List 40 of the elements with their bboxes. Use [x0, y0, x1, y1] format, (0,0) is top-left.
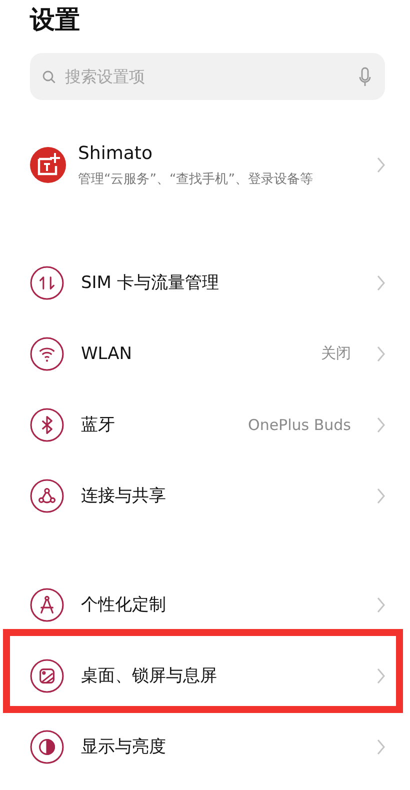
- microphone-icon[interactable]: [359, 66, 371, 86]
- wifi-icon: [30, 336, 64, 370]
- page-title: 设置: [30, 4, 80, 36]
- settings-row[interactable]: WLAN 关闭: [0, 318, 410, 389]
- settings-row[interactable]: 连接与共享: [0, 460, 410, 531]
- chevron-icon: [377, 488, 385, 504]
- row-label: WLAN: [81, 344, 134, 364]
- chevron-icon: [377, 416, 385, 432]
- search-field[interactable]: 搜索设置项: [30, 53, 385, 100]
- search-icon: [42, 70, 56, 84]
- row-value: 关闭: [321, 344, 351, 363]
- row-label: 蓝牙: [81, 414, 116, 436]
- row-label: SIM 卡与流量管理: [81, 272, 220, 294]
- settings-row[interactable]: SIM 卡与流量管理: [0, 247, 410, 318]
- share-icon: [30, 478, 64, 512]
- settings-row[interactable]: 个性化定制: [0, 569, 410, 640]
- chevron-icon: [377, 738, 385, 754]
- row-label: 个性化定制: [81, 594, 167, 616]
- logo-icon: [30, 147, 66, 183]
- settings-row[interactable]: 蓝牙 OnePlus Buds: [0, 389, 410, 460]
- account-row[interactable]: Shimato 管理“云服务”、“查找手机”、登录设备等: [30, 135, 385, 195]
- chevron-icon: [377, 157, 385, 173]
- account-subtitle: 管理“云服务”、“查找手机”、登录设备等: [78, 170, 314, 188]
- data-transfer-icon: [30, 266, 64, 300]
- settings-row[interactable]: 显示与亮度: [0, 711, 410, 782]
- row-label: 桌面、锁屏与息屏: [81, 665, 218, 687]
- search-input[interactable]: 搜索设置项: [63, 66, 352, 87]
- chevron-icon: [377, 346, 385, 362]
- account-name: Shimato: [78, 142, 154, 164]
- picture-icon: [30, 658, 64, 692]
- bluetooth-icon: [30, 408, 64, 442]
- compass-icon: [30, 588, 64, 622]
- row-label: 连接与共享: [81, 485, 167, 507]
- chevron-icon: [377, 596, 385, 612]
- chevron-icon: [377, 668, 385, 684]
- row-label: 显示与亮度: [81, 736, 167, 758]
- contrast-icon: [30, 730, 64, 764]
- row-value: OnePlus Buds: [248, 416, 351, 434]
- settings-row[interactable]: 桌面、锁屏与息屏: [0, 640, 410, 711]
- chevron-icon: [377, 274, 385, 290]
